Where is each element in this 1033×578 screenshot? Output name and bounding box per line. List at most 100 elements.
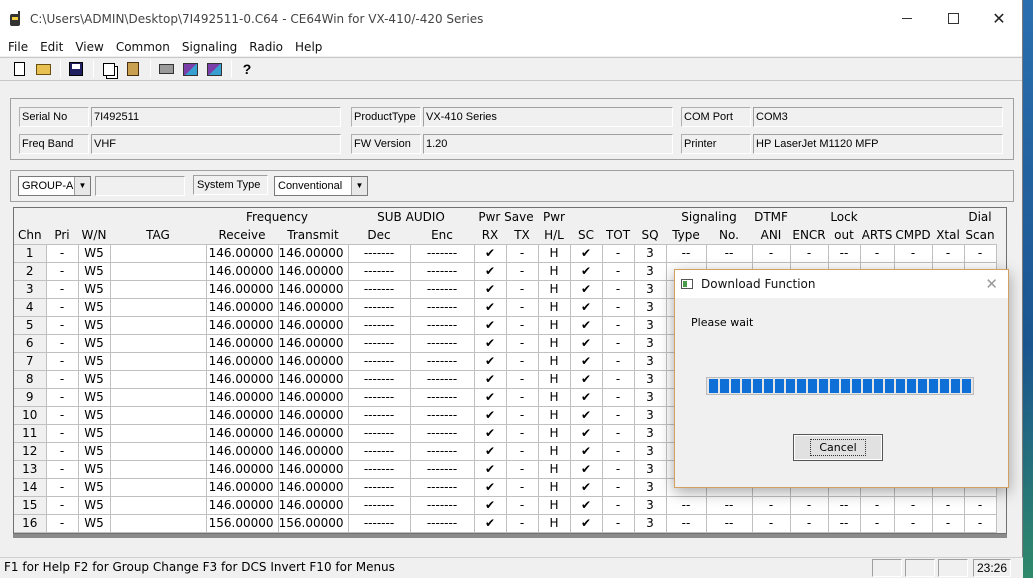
column-header-scan[interactable]: Scan — [964, 226, 997, 245]
cell-tx[interactable]: - — [506, 424, 539, 443]
cell-tag[interactable] — [110, 370, 207, 389]
column-header-receive[interactable]: Receive — [206, 226, 279, 245]
cell-pri[interactable]: - — [46, 406, 79, 425]
cell-sc[interactable]: ✔ — [570, 352, 603, 371]
cell-dec[interactable]: ------- — [348, 442, 411, 461]
cell-sq[interactable]: 3 — [634, 496, 667, 515]
cell-pri[interactable]: - — [46, 514, 79, 533]
cell-enc[interactable]: ------- — [410, 280, 475, 299]
cell-receive[interactable]: 146.00000 — [206, 496, 279, 515]
cell-enc[interactable]: ------- — [410, 496, 475, 515]
cell-cmpd[interactable]: - — [894, 514, 933, 533]
cell-wn[interactable]: W5 — [78, 370, 111, 389]
cell-sq[interactable]: 3 — [634, 262, 667, 281]
cell-tot[interactable]: - — [602, 280, 635, 299]
cell-sc[interactable]: ✔ — [570, 334, 603, 353]
cell-receive[interactable]: 146.00000 — [206, 460, 279, 479]
column-header-xtal[interactable]: Xtal — [932, 226, 965, 245]
cell-out[interactable]: -- — [828, 244, 861, 263]
cell-scan[interactable]: - — [964, 244, 997, 263]
cell-hl[interactable]: H — [538, 280, 571, 299]
cell-dec[interactable]: ------- — [348, 352, 411, 371]
cell-transmit[interactable]: 146.00000 — [278, 370, 349, 389]
cell-receive[interactable]: 146.00000 — [206, 352, 279, 371]
cell-transmit[interactable]: 146.00000 — [278, 442, 349, 461]
column-header-tag[interactable]: TAG — [110, 226, 207, 245]
cell-no[interactable]: -- — [706, 496, 753, 515]
cell-pri[interactable]: - — [46, 496, 79, 515]
cell-tag[interactable] — [110, 460, 207, 479]
cell-receive[interactable]: 146.00000 — [206, 478, 279, 497]
cell-arts[interactable]: - — [860, 496, 895, 515]
cell-tx[interactable]: - — [506, 514, 539, 533]
cell-rx[interactable]: ✔ — [474, 316, 507, 335]
cell-enc[interactable]: ------- — [410, 442, 475, 461]
cell-ani[interactable]: - — [752, 514, 791, 533]
cell-rx[interactable]: ✔ — [474, 478, 507, 497]
cell-enc[interactable]: ------- — [410, 514, 475, 533]
cell-transmit[interactable]: 146.00000 — [278, 478, 349, 497]
cell-pri[interactable]: - — [46, 370, 79, 389]
maximize-button[interactable] — [930, 0, 976, 37]
cell-wn[interactable]: W5 — [78, 316, 111, 335]
cell-dec[interactable]: ------- — [348, 262, 411, 281]
column-header-encr[interactable]: ENCR — [790, 226, 829, 245]
new-button[interactable] — [8, 59, 30, 79]
cell-wn[interactable]: W5 — [78, 352, 111, 371]
cell-tx[interactable]: - — [506, 352, 539, 371]
cell-tot[interactable]: - — [602, 442, 635, 461]
read-radio-button[interactable] — [179, 59, 201, 79]
cell-transmit[interactable]: 146.00000 — [278, 496, 349, 515]
cell-sq[interactable]: 3 — [634, 316, 667, 335]
cell-tag[interactable] — [110, 496, 207, 515]
cell-hl[interactable]: H — [538, 388, 571, 407]
cell-tot[interactable]: - — [602, 298, 635, 317]
cell-no[interactable]: -- — [706, 244, 753, 263]
cell-tot[interactable]: - — [602, 424, 635, 443]
cell-pri[interactable]: - — [46, 298, 79, 317]
cell-wn[interactable]: W5 — [78, 388, 111, 407]
cell-sc[interactable]: ✔ — [570, 424, 603, 443]
paste-button[interactable] — [122, 59, 144, 79]
cell-receive[interactable]: 146.00000 — [206, 424, 279, 443]
cell-wn[interactable]: W5 — [78, 496, 111, 515]
cell-tag[interactable] — [110, 298, 207, 317]
cell-transmit[interactable]: 146.00000 — [278, 244, 349, 263]
cell-xtal[interactable]: - — [932, 244, 965, 263]
cell-enc[interactable]: ------- — [410, 424, 475, 443]
cell-dec[interactable]: ------- — [348, 388, 411, 407]
cell-ani[interactable]: - — [752, 244, 791, 263]
cell-sc[interactable]: ✔ — [570, 442, 603, 461]
cell-encr[interactable]: - — [790, 514, 829, 533]
menu-file[interactable]: File — [2, 40, 34, 54]
write-radio-button[interactable] — [203, 59, 225, 79]
cell-enc[interactable]: ------- — [410, 316, 475, 335]
cell-sq[interactable]: 3 — [634, 298, 667, 317]
cell-receive[interactable]: 146.00000 — [206, 370, 279, 389]
cell-rx[interactable]: ✔ — [474, 388, 507, 407]
column-header-sq[interactable]: SQ — [634, 226, 667, 245]
cell-sq[interactable]: 3 — [634, 424, 667, 443]
cell-sc[interactable]: ✔ — [570, 496, 603, 515]
table-row[interactable]: 16- W5 156.00000 156.00000 ------- ------- ✔ - H… — [14, 514, 997, 533]
cell-tot[interactable]: - — [602, 406, 635, 425]
cell-transmit[interactable]: 146.00000 — [278, 460, 349, 479]
cell-sc[interactable]: ✔ — [570, 244, 603, 263]
cell-scan[interactable]: - — [964, 496, 997, 515]
cell-tx[interactable]: - — [506, 460, 539, 479]
cell-sq[interactable]: 3 — [634, 280, 667, 299]
cell-pri[interactable]: - — [46, 442, 79, 461]
column-header-out[interactable]: out — [828, 226, 861, 245]
cell-receive[interactable]: 146.00000 — [206, 298, 279, 317]
cell-hl[interactable]: H — [538, 496, 571, 515]
cell-transmit[interactable]: 146.00000 — [278, 262, 349, 281]
column-header-tot[interactable]: TOT — [602, 226, 635, 245]
cell-wn[interactable]: W5 — [78, 424, 111, 443]
cell-rx[interactable]: ✔ — [474, 460, 507, 479]
cell-rx[interactable]: ✔ — [474, 352, 507, 371]
cell-tag[interactable] — [110, 262, 207, 281]
save-button[interactable] — [65, 59, 87, 79]
cell-tx[interactable]: - — [506, 298, 539, 317]
cell-tx[interactable]: - — [506, 244, 539, 263]
cell-sc[interactable]: ✔ — [570, 262, 603, 281]
